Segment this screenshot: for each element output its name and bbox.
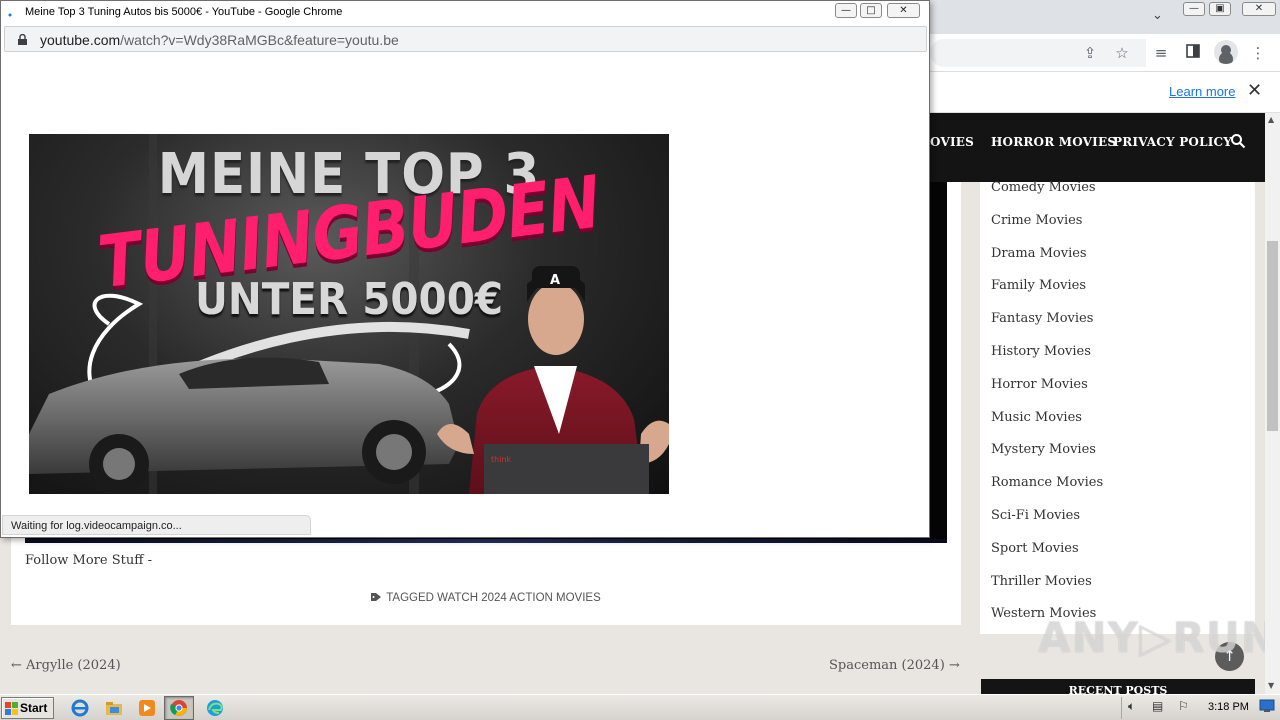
sidebar-categories: Comedy Movies Crime Movies Drama Movies Fam…	[980, 181, 1255, 634]
category-link[interactable]: Mystery Movies	[991, 443, 1103, 477]
restore-button[interactable]: ▣	[1209, 2, 1231, 16]
category-link[interactable]: Thriller Movies	[991, 575, 1103, 609]
category-link[interactable]: Fantasy Movies	[991, 312, 1103, 346]
category-link[interactable]: History Movies	[991, 345, 1103, 379]
category-link[interactable]: Family Movies	[991, 279, 1103, 313]
category-list: Comedy Movies Crime Movies Drama Movies Fam…	[991, 181, 1103, 641]
learn-more-link[interactable]: Learn more	[1169, 84, 1235, 99]
status-text: Waiting for log.videocampaign.co...	[11, 520, 182, 532]
url-path: /watch?v=Wdy38RaMGBc&feature=youtu.be	[120, 32, 399, 48]
network-icon[interactable]: ▤	[1152, 699, 1163, 713]
post-tags: TAGGED WATCH 2024 ACTION MOVIES	[0, 592, 972, 604]
popup-title-bar[interactable]: Meine Top 3 Tuning Autos bis 5000€ - You…	[1, 1, 929, 25]
page-loading-icon	[8, 13, 12, 17]
file-explorer-icon[interactable]	[104, 698, 124, 718]
popup-maximize-button[interactable]: □	[860, 3, 882, 18]
menu-icon[interactable]: ⋮	[1248, 44, 1268, 62]
share-icon[interactable]: ⇪	[1080, 44, 1100, 62]
tab-search-chevron-icon[interactable]: ⌄	[1152, 8, 1163, 23]
recent-posts-header: RECENT POSTS	[981, 679, 1255, 694]
close-window-button[interactable]: ✕	[1242, 2, 1276, 16]
media-queue-icon[interactable]: ≡	[1151, 44, 1171, 62]
windows-logo-icon	[5, 702, 18, 715]
popup-minimize-button[interactable]: —	[835, 3, 857, 18]
system-tray: 🔈︎ ▤ ⚐	[1121, 697, 1203, 719]
popup-url-text: youtube.com/watch?v=Wdy38RaMGBc&feature=…	[40, 32, 399, 48]
popup-close-button[interactable]: ✕	[887, 3, 920, 18]
profile-icon[interactable]	[1214, 40, 1238, 64]
popup-title: Meine Top 3 Tuning Autos bis 5000€ - You…	[25, 6, 343, 18]
action-center-flag-icon[interactable]: ⚐	[1178, 699, 1189, 713]
anyrun-watermark: ANY▷RUN	[1038, 613, 1265, 662]
url-host: youtube.com	[40, 32, 121, 48]
category-link[interactable]: Romance Movies	[991, 476, 1103, 510]
show-desktop-icon[interactable]	[1259, 699, 1275, 713]
video-thumbnail[interactable]: A think MEINE TOP 3 TUNINGBUDEN UNTER 50…	[29, 134, 669, 494]
popup-url-bar[interactable]: youtube.com/watch?v=Wdy38RaMGBc&feature=…	[4, 26, 927, 52]
category-link[interactable]: Music Movies	[991, 411, 1103, 445]
category-link[interactable]: Sport Movies	[991, 542, 1103, 576]
svg-text:A: A	[550, 273, 560, 288]
scroll-up-arrow-icon[interactable]: ▲	[1268, 115, 1274, 124]
nav-item-movies[interactable]: OVIES	[930, 135, 974, 149]
scroll-down-arrow-icon[interactable]: ▼	[1268, 681, 1274, 690]
taskbar-clock[interactable]: 3:18 PM	[1208, 701, 1249, 713]
recent-posts-title: RECENT POSTS	[1068, 684, 1168, 694]
scrollbar-thumb[interactable]	[1267, 241, 1278, 431]
category-link[interactable]: Crime Movies	[991, 214, 1103, 248]
category-link[interactable]: Horror Movies	[991, 378, 1103, 412]
nav-item-horror-movies[interactable]: HORROR MOVIES	[991, 135, 1116, 149]
bookmark-star-icon[interactable]: ☆	[1112, 44, 1132, 62]
previous-post-link[interactable]: ← Argylle (2024)	[11, 658, 121, 673]
thumbnail-title-line3: UNTER 5000€	[194, 274, 504, 325]
minimize-button[interactable]: —	[1183, 2, 1205, 16]
start-button[interactable]: Start	[1, 697, 54, 719]
category-link[interactable]: Drama Movies	[991, 247, 1103, 281]
infobar-close-icon[interactable]: ✕	[1247, 80, 1262, 101]
lock-icon[interactable]	[18, 34, 27, 45]
internet-explorer-icon[interactable]	[70, 698, 90, 718]
search-icon[interactable]	[1230, 133, 1246, 149]
windows-taskbar: Start 🔈︎ ▤ ⚐ 3:18 PM	[0, 694, 1280, 720]
start-label: Start	[20, 701, 48, 715]
media-player-icon[interactable]	[137, 698, 157, 718]
chrome-icon[interactable]	[169, 698, 189, 718]
tag-icon	[371, 593, 382, 601]
youtube-popup-window: Meine Top 3 Tuning Autos bis 5000€ - You…	[0, 0, 930, 538]
category-link[interactable]: Sci-Fi Movies	[991, 509, 1103, 543]
side-panel-icon[interactable]	[1183, 44, 1203, 62]
status-bubble: Waiting for log.videocampaign.co...	[2, 515, 311, 535]
volume-icon[interactable]: 🔈︎	[1128, 699, 1135, 714]
category-link[interactable]: Comedy Movies	[991, 181, 1103, 215]
edge-icon[interactable]	[205, 698, 225, 718]
tags-text[interactable]: TAGGED WATCH 2024 ACTION MOVIES	[386, 592, 601, 604]
next-post-link[interactable]: Spaceman (2024) →	[829, 658, 960, 673]
follow-more-text: Follow More Stuff -	[25, 553, 152, 568]
svg-text:think: think	[491, 455, 512, 464]
page-scrollbar[interactable]: ▲ ▼	[1265, 113, 1280, 694]
nav-item-privacy-policy[interactable]: PRIVACY POLICY	[1113, 135, 1232, 149]
